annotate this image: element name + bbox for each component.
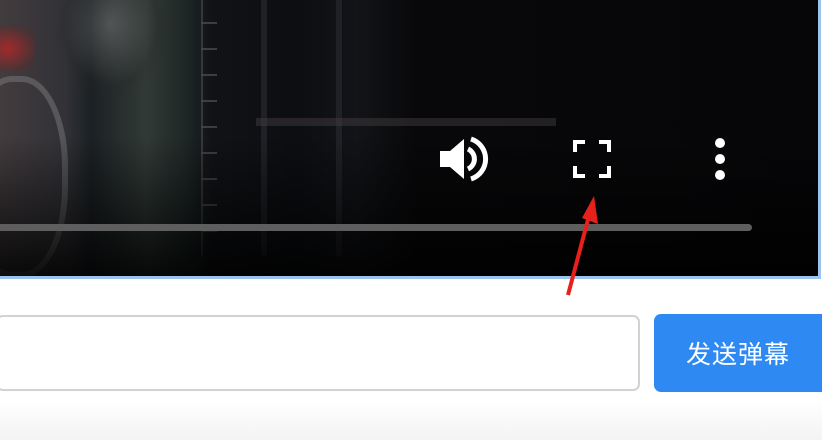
- video-player[interactable]: [0, 0, 821, 279]
- volume-icon: [438, 134, 490, 184]
- annotation-arrow: [566, 196, 598, 296]
- page-background: [0, 400, 822, 440]
- fullscreen-icon: [573, 140, 611, 178]
- danmaku-input[interactable]: [0, 315, 640, 391]
- video-frame-image: [0, 0, 818, 276]
- more-options-button[interactable]: [708, 138, 732, 180]
- send-danmaku-button[interactable]: 发送弹幕: [654, 314, 822, 392]
- more-vertical-icon: [714, 138, 726, 180]
- progress-bar[interactable]: [0, 224, 752, 231]
- fullscreen-button[interactable]: [572, 139, 612, 179]
- volume-button[interactable]: [436, 132, 492, 186]
